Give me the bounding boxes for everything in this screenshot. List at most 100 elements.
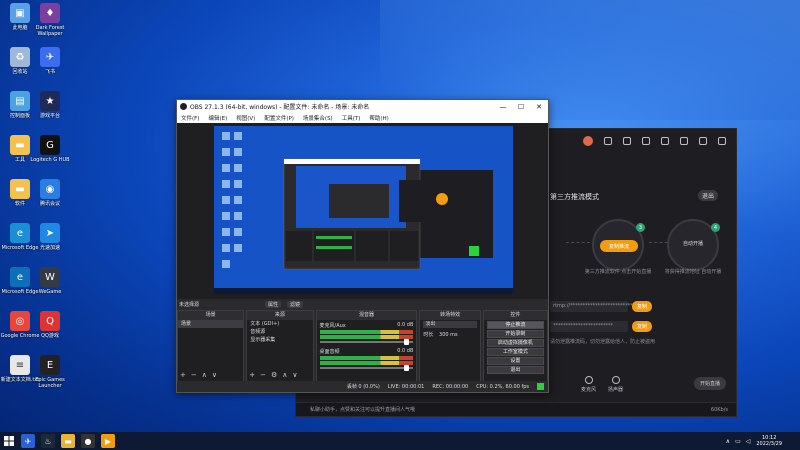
volume-meter xyxy=(319,356,414,360)
close-button[interactable]: ✕ xyxy=(530,103,548,111)
recycle-bin-icon: ♻ xyxy=(10,47,30,67)
scene-item[interactable]: 场景 xyxy=(178,320,244,328)
epic-icon: E xyxy=(40,355,60,375)
menu-item[interactable]: 文件(F) xyxy=(181,114,199,122)
start-live-button[interactable]: 开始直播 xyxy=(694,377,726,390)
desktop-icon[interactable]: ✈ 飞书 xyxy=(30,47,70,75)
menu-item[interactable]: 工具(T) xyxy=(342,114,361,122)
desktop-icon[interactable]: ➤ 光速加速 xyxy=(30,223,70,251)
move-down-icon[interactable]: ∨ xyxy=(212,371,217,379)
window-controls: — ☐ ✕ xyxy=(494,103,548,111)
desktop-icon[interactable]: ♦ Dark Forest Wallpaper xyxy=(30,3,70,37)
maximize-button[interactable]: ☐ xyxy=(512,103,530,111)
maximize-icon[interactable] xyxy=(699,137,707,145)
properties-button[interactable]: 属性 xyxy=(265,300,282,308)
gear-icon[interactable]: ⚙ xyxy=(271,371,277,379)
mixer-channel-desktop: 桌面音频 0.0 dB xyxy=(317,346,417,355)
preview-canvas[interactable] xyxy=(214,126,513,294)
system-tray: ∧ ▭ ◁ xyxy=(726,438,757,445)
microphone-label: 麦克风 xyxy=(581,387,597,393)
volume-meter xyxy=(319,335,414,339)
file-explorer-taskbar-icon[interactable]: ▬ xyxy=(61,434,75,448)
stream-url-field[interactable]: rtmp://************************* xyxy=(550,301,633,312)
minimize-button[interactable]: — xyxy=(494,103,512,111)
volume-slider[interactable] xyxy=(319,365,414,371)
move-down-icon[interactable]: ∨ xyxy=(292,371,297,379)
copy-stream-pill[interactable]: 复制推流 xyxy=(600,240,638,252)
remove-icon[interactable]: − xyxy=(191,371,197,379)
desktop-icon[interactable]: Q QQ游戏 xyxy=(30,311,70,339)
footer-message: 私聊小助手，点赞和关注可以提升直播间人气哦 xyxy=(310,407,416,413)
add-icon[interactable]: + xyxy=(180,371,186,379)
source-item[interactable]: 显示器采集 xyxy=(247,336,312,344)
text-file-icon: ≡ xyxy=(10,355,30,375)
minimize-icon[interactable] xyxy=(680,137,688,145)
desktop-icon[interactable]: W WeGame xyxy=(30,267,70,295)
edge-icon: e xyxy=(10,267,30,287)
stop-streaming-button[interactable]: 停止推流 xyxy=(486,321,545,329)
speaker-control[interactable]: 扬声器 xyxy=(608,376,623,393)
desktop-icon-label: Dark Forest Wallpaper xyxy=(35,25,65,37)
network-icon[interactable]: ▭ xyxy=(735,438,741,445)
move-up-icon[interactable]: ∧ xyxy=(282,371,287,379)
exit-mode-button[interactable]: 退出 xyxy=(698,190,718,201)
menu-item[interactable]: 帮助(H) xyxy=(369,114,388,122)
sources-footer: + − ⚙ ∧ ∨ xyxy=(249,371,297,379)
volume-slider[interactable] xyxy=(319,339,414,345)
source-item[interactable]: 音频源 xyxy=(247,328,312,336)
streaming-app-taskbar-icon[interactable]: ▶ xyxy=(101,434,115,448)
copy-key-button[interactable]: 复制 xyxy=(632,321,652,332)
feishu-taskbar-icon[interactable]: ✈ xyxy=(21,434,35,448)
mixer-channel-name: 麦克风/Aux xyxy=(319,323,346,329)
menu-item[interactable]: 配置文件(P) xyxy=(264,114,294,122)
menu-item[interactable]: 编辑(E) xyxy=(208,114,227,122)
clock-date: 2022/3/29 xyxy=(756,441,782,447)
menu-item[interactable]: 场景集合(S) xyxy=(303,114,333,122)
mail-icon[interactable] xyxy=(604,137,612,145)
network-speed: 60Kb/s xyxy=(710,407,728,413)
steam-taskbar-icon[interactable]: ♨ xyxy=(41,434,55,448)
desktop-icon[interactable]: ◉ 腾讯会议 xyxy=(30,179,70,207)
copy-url-button[interactable]: 复制 xyxy=(632,301,652,312)
virtual-camera-button[interactable]: 启动虚拟摄像机 xyxy=(486,339,545,347)
folder-icon: ▬ xyxy=(10,179,30,199)
duration-label: 时长 xyxy=(423,332,434,338)
start-recording-button[interactable]: 开始录制 xyxy=(486,330,545,338)
stream-mode-title: 第三方推流模式 xyxy=(550,193,599,201)
sources-panel: 来源 文本 (GDI+) 音频源 显示器采集 + − ⚙ ∧ ∨ xyxy=(246,310,314,382)
desktop-icon[interactable]: E Epic Games Launcher xyxy=(30,355,70,389)
obs-taskbar-icon[interactable]: ● xyxy=(81,434,95,448)
desktop-icon[interactable]: ★ 游戏平台 xyxy=(30,91,70,119)
recursive-preview-graphic xyxy=(214,126,513,294)
settings-button[interactable]: 设置 xyxy=(486,357,545,365)
start-button[interactable] xyxy=(0,432,18,450)
menu-item[interactable]: 视图(V) xyxy=(236,114,255,122)
gift-icon[interactable] xyxy=(642,137,650,145)
obs-window[interactable]: OBS 27.1.3 (64-bit, windows) - 配置文件: 未命名… xyxy=(176,99,549,393)
chevron-up-icon[interactable]: ∧ xyxy=(726,438,730,445)
add-icon[interactable]: + xyxy=(249,371,255,379)
window-title: OBS 27.1.3 (64-bit, windows) - 配置文件: 未命名… xyxy=(190,104,370,111)
shirt-icon[interactable] xyxy=(623,137,631,145)
step-copy-circle: 复制推流 3 xyxy=(592,219,645,271)
transition-select[interactable]: 淡出 xyxy=(423,321,477,328)
studio-mode-button[interactable]: 工作室模式 xyxy=(486,348,545,356)
remove-icon[interactable]: − xyxy=(260,371,266,379)
duration-value[interactable]: 300 ms xyxy=(439,332,458,338)
menu-icon[interactable] xyxy=(661,137,669,145)
exit-button[interactable]: 退出 xyxy=(486,366,545,374)
speaker-icon xyxy=(611,376,620,384)
close-icon[interactable] xyxy=(718,137,726,145)
volume-icon[interactable]: ◁ xyxy=(746,438,751,445)
avatar[interactable] xyxy=(583,136,593,146)
microphone-control[interactable]: 麦克风 xyxy=(581,376,596,393)
move-up-icon[interactable]: ∧ xyxy=(202,371,207,379)
autostart-label: 自动开播 xyxy=(682,241,703,247)
filters-button[interactable]: 滤镜 xyxy=(287,300,304,308)
desktop-icon[interactable]: G Logitech G HUB xyxy=(30,135,70,163)
clock[interactable]: 10:12 2022/3/29 xyxy=(756,435,800,447)
stream-key-field[interactable]: ************************ xyxy=(550,321,628,332)
obs-titlebar[interactable]: OBS 27.1.3 (64-bit, windows) - 配置文件: 未命名… xyxy=(177,100,548,113)
controls-header: 控件 xyxy=(483,311,548,320)
source-item[interactable]: 文本 (GDI+) xyxy=(247,320,312,328)
